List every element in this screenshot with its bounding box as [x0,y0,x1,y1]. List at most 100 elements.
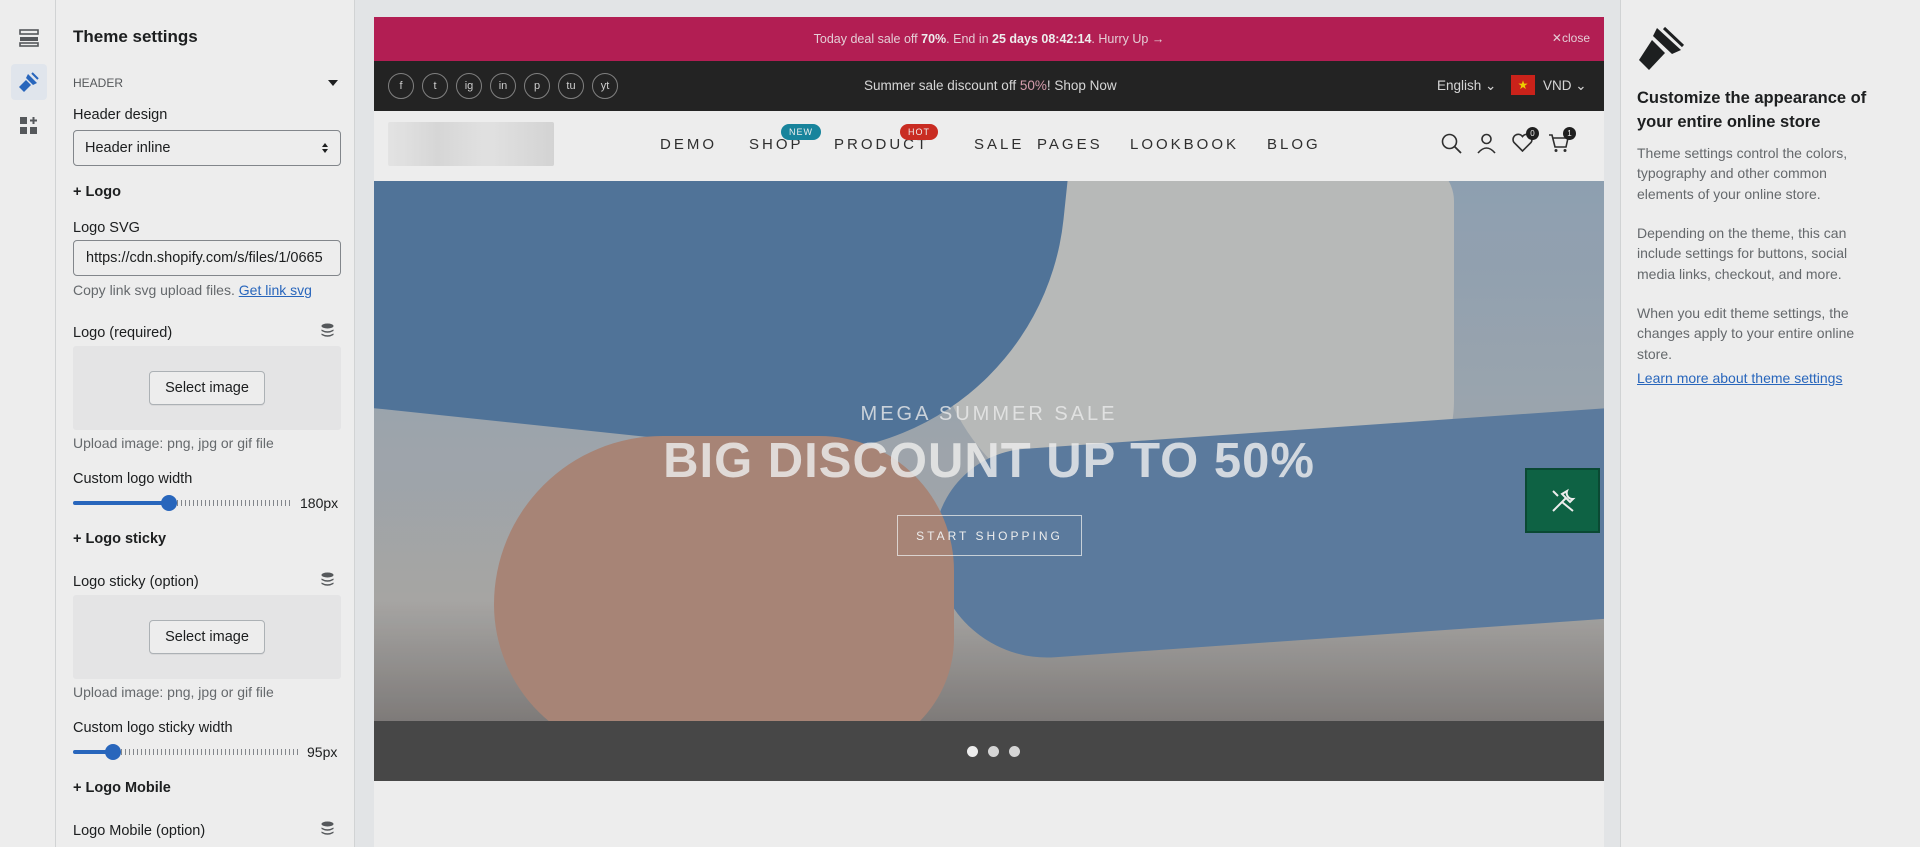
youtube-icon[interactable]: yt [592,73,618,99]
new-badge: NEW [781,124,821,140]
hero-title: BIG DISCOUNT UP TO 50% [663,434,1315,488]
nav-product[interactable]: PRODUCT HOT [834,124,938,153]
logo-group-heading: + Logo [73,184,121,200]
learn-more-link[interactable]: Learn more about theme settings [1637,370,1842,386]
caret-down-icon [328,80,338,86]
currency-value: VND [1543,78,1572,93]
nav-lookbook[interactable]: LOOKBOOK [1130,136,1239,153]
sections-button[interactable] [11,20,47,56]
slider-fill [73,501,170,505]
store-logo-placeholder[interactable] [388,122,554,166]
logo-sticky-width-slider[interactable] [73,744,303,760]
info-heading: Customize the appearance of your entire … [1637,89,1867,131]
announcement-text: Today deal sale off 70%. End in 25 days … [814,32,1165,46]
account-icon[interactable] [1477,133,1496,154]
announcement-pre: Today deal sale off [813,32,922,46]
promo-post: ! Shop Now [1046,78,1117,93]
info-paragraph-1: Theme settings control the colors, typog… [1637,145,1848,202]
logo-svg-help: Copy link svg upload files. Get link svg [73,282,312,298]
section-header-toggle[interactable]: HEADER [73,76,338,90]
chevron-down-icon: ⌄ [1485,78,1497,93]
slide-dot-2[interactable] [988,746,999,757]
tumblr-icon[interactable]: tu [558,73,584,99]
announcement-mid: . End in [946,32,993,46]
logo-sticky-image-picker: Select image [73,595,341,679]
paintbrush-icon [1639,26,1685,70]
theme-settings-button[interactable] [11,64,47,100]
slide-dot-1[interactable] [967,746,978,757]
main-header: DEMO SHOP NEW PRODUCT HOT SALE PAGES LOO… [374,111,1604,181]
nav-shop[interactable]: SHOP NEW [749,124,821,153]
slider-thumb[interactable] [161,495,177,511]
paintbrush-icon [19,72,39,92]
info-paragraph-3: When you edit theme settings, the change… [1637,305,1855,362]
wishlist-button[interactable]: 0 [1512,127,1539,157]
cart-button[interactable]: 1 [1548,127,1576,158]
tools-button[interactable] [1525,468,1600,533]
announcement-bar: Today deal sale off 70%. End in 25 days … [374,17,1604,61]
pinterest-icon[interactable]: p [524,73,550,99]
sections-icon [19,29,39,47]
announcement-close[interactable]: ✕close [1552,31,1590,45]
linkedin-icon[interactable]: in [490,73,516,99]
countdown-timer: 25 days 08:42:14 [992,32,1092,46]
slider-ticks [173,500,293,506]
dynamic-source-icon[interactable] [321,572,334,587]
info-paragraph-2: Depending on the theme, this can include… [1637,225,1848,282]
cart-count: 1 [1563,127,1576,140]
slide-dot-3[interactable] [1009,746,1020,757]
logo-sticky-select-image-button[interactable]: Select image [149,620,265,654]
left-rail [0,0,56,847]
twitter-icon[interactable]: t [422,73,448,99]
nav-sale[interactable]: SALE [974,136,1024,153]
dynamic-source-icon[interactable] [321,821,334,836]
apps-icon [20,117,37,134]
hero-subtitle: MEGA SUMMER SALE [860,403,1118,425]
currency-selector[interactable]: VND ⌄ [1543,78,1587,94]
search-icon[interactable] [1441,133,1462,154]
logo-sticky-upload-help: Upload image: png, jpg or gif file [73,684,274,700]
dynamic-source-icon[interactable] [321,323,334,338]
header-design-value: Header inline [85,140,171,156]
hurry-up-link[interactable]: . Hurry Up → [1091,32,1164,46]
logo-sticky-group-heading: + Logo sticky [73,531,167,547]
nav-pages[interactable]: PAGES [1037,136,1103,153]
logo-label: Logo (required) [73,325,173,341]
nav-blog[interactable]: BLOG [1267,136,1321,153]
language-value: English [1437,78,1482,93]
info-panel: Customize the appearance of your entire … [1620,0,1920,847]
instagram-icon[interactable]: ig [456,73,482,99]
app-embeds-button[interactable] [11,108,47,144]
close-label: close [1561,31,1590,45]
promo-text[interactable]: Summer sale discount off 50%! Shop Now [864,78,1117,93]
nav-demo[interactable]: DEMO [660,136,717,153]
store-preview-frame: Today deal sale off 70%. End in 25 days … [374,17,1604,847]
logo-width-value: 180px [300,495,339,511]
select-arrows-icon [322,143,328,153]
slider-ticks [117,749,300,755]
logo-sticky-label: Logo sticky (option) [73,574,199,590]
section-header-label: HEADER [73,76,124,90]
promo-pct: 50% [1019,78,1047,93]
slider-thumb[interactable] [105,744,121,760]
logo-width-slider[interactable] [73,495,298,511]
chevron-down-icon: ⌄ [1575,78,1587,93]
wishlist-count: 0 [1526,127,1539,140]
logo-sticky-width-value: 95px [307,744,338,760]
language-selector[interactable]: English ⌄ [1437,78,1496,94]
facebook-icon[interactable]: f [388,73,414,99]
header-design-select[interactable]: Header inline [73,130,341,166]
close-icon: ✕ [1551,31,1562,45]
logo-svg-label: Logo SVG [73,220,140,236]
start-shopping-button[interactable]: START SHOPPING [897,515,1082,556]
theme-settings-sidebar: Theme settings HEADER Header design Head… [56,0,355,847]
logo-svg-input[interactable]: https://cdn.shopify.com/s/files/1/0665 [73,240,341,276]
hot-badge: HOT [900,124,938,140]
logo-mobile-label: Logo Mobile (option) [73,823,206,839]
announcement-pct: 70% [921,32,947,46]
hero-slideshow: MEGA SUMMER SALE BIG DISCOUNT UP TO 50% … [374,181,1604,781]
logo-width-label: Custom logo width [73,471,193,487]
logo-select-image-button[interactable]: Select image [149,371,265,405]
get-link-svg-link[interactable]: Get link svg [239,282,312,298]
logo-sticky-width-label: Custom logo sticky width [73,720,233,736]
